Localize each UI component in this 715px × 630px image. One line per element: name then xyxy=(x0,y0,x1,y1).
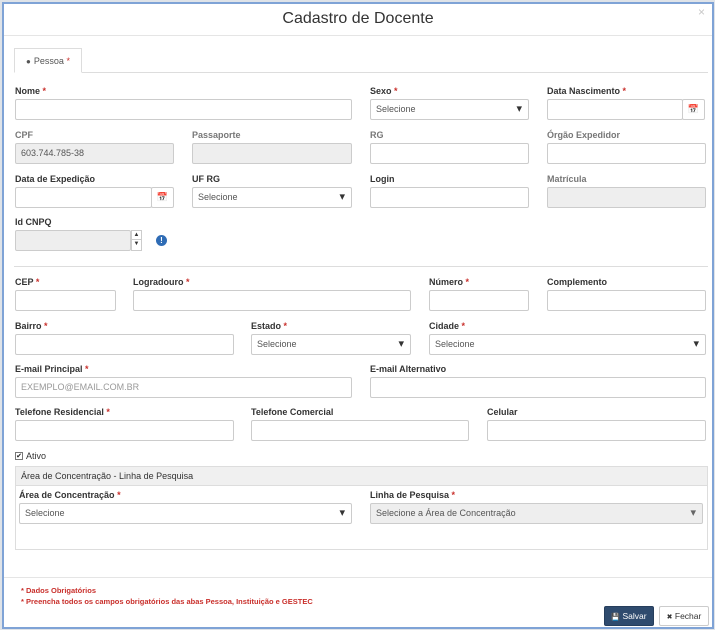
area-concentracao-label: Área de Concentração * xyxy=(19,490,121,500)
save-button-label: Salvar xyxy=(622,611,647,621)
estado-label: Estado * xyxy=(251,321,288,331)
spin-up-icon[interactable]: ▲ xyxy=(132,231,141,240)
email-principal-label: E-mail Principal * xyxy=(15,364,89,374)
spin-down-icon[interactable]: ▼ xyxy=(132,240,141,249)
close-icon[interactable]: × xyxy=(698,6,705,18)
save-icon: 💾 xyxy=(611,614,621,621)
orgao-expedidor-label: Órgão Expedidor xyxy=(547,130,621,140)
passaporte-label: Passaporte xyxy=(192,130,241,140)
tab-pessoa[interactable]: ● Pessoa * xyxy=(14,48,82,73)
cidade-select[interactable]: Selecione xyxy=(429,334,706,355)
bairro-input[interactable] xyxy=(15,334,234,355)
complemento-input[interactable] xyxy=(547,290,706,311)
numero-input[interactable] xyxy=(429,290,529,311)
id-cnpq-input[interactable] xyxy=(15,230,131,251)
close-button-label: Fechar xyxy=(674,611,702,621)
complemento-label: Complemento xyxy=(547,277,608,287)
logradouro-input[interactable] xyxy=(133,290,411,311)
close-icon: ✖ xyxy=(666,614,673,621)
user-icon: ● xyxy=(26,57,31,66)
modal-footer: * Dados Obrigatórios * Preencha todos os… xyxy=(4,577,712,629)
data-expedicao-input[interactable] xyxy=(15,187,152,208)
email-principal-input[interactable]: EXEMPLO@EMAIL.COM.BR xyxy=(15,377,352,398)
section-divider xyxy=(14,266,708,267)
ativo-checkbox[interactable]: ✔ xyxy=(15,452,23,460)
linha-pesquisa-label: Linha de Pesquisa * xyxy=(370,490,456,500)
area-concentracao-select[interactable]: Selecione xyxy=(19,503,352,524)
login-input[interactable] xyxy=(370,187,529,208)
required-mark: * xyxy=(66,56,70,66)
panel-title: Área de Concentração - Linha de Pesquisa xyxy=(16,467,707,486)
telefone-comercial-label: Telefone Comercial xyxy=(251,407,334,417)
passaporte-input xyxy=(192,143,352,164)
celular-label: Celular xyxy=(487,407,518,417)
bairro-label: Bairro * xyxy=(15,321,48,331)
footnote-tabs: * Preencha todos os campos obrigatórios … xyxy=(21,597,313,606)
cadastro-docente-modal: Cadastro de Docente × ● Pessoa * Nome * S… xyxy=(2,2,714,629)
cpf-input: 603.744.785-38 xyxy=(15,143,174,164)
rg-input[interactable] xyxy=(370,143,529,164)
matricula-input xyxy=(547,187,706,208)
modal-title: Cadastro de Docente xyxy=(282,10,434,27)
orgao-expedidor-input[interactable] xyxy=(547,143,706,164)
uf-rg-select[interactable]: Selecione xyxy=(192,187,352,208)
ativo-label: Ativo xyxy=(26,451,47,461)
cep-label: CEP * xyxy=(15,277,40,287)
footnote-required: * Dados Obrigatórios xyxy=(21,586,97,595)
data-nascimento-label: Data Nascimento * xyxy=(547,86,627,96)
id-cnpq-spinner[interactable]: ▲ ▼ xyxy=(131,230,142,251)
id-cnpq-label: Id CNPQ xyxy=(15,217,52,227)
linha-pesquisa-select: Selecione a Área de Concentração xyxy=(370,503,703,524)
data-nascimento-input[interactable] xyxy=(547,99,683,120)
data-expedicao-label: Data de Expedição xyxy=(15,174,96,184)
telefone-residencial-input[interactable] xyxy=(15,420,234,441)
estado-select[interactable]: Selecione xyxy=(251,334,411,355)
login-label: Login xyxy=(370,174,395,184)
email-alternativo-input[interactable] xyxy=(370,377,706,398)
calendar-icon[interactable]: 📅 xyxy=(682,99,705,120)
info-icon[interactable]: ! xyxy=(156,235,167,246)
cidade-label: Cidade * xyxy=(429,321,466,331)
telefone-comercial-input[interactable] xyxy=(251,420,469,441)
close-button[interactable]: ✖ Fechar xyxy=(659,606,709,626)
modal-header: Cadastro de Docente × xyxy=(4,4,712,36)
cep-input[interactable] xyxy=(15,290,116,311)
logradouro-label: Logradouro * xyxy=(133,277,190,287)
sexo-label: Sexo * xyxy=(370,86,398,96)
sexo-select[interactable]: Selecione xyxy=(370,99,529,120)
tab-bar: ● Pessoa * xyxy=(14,48,708,73)
save-button[interactable]: 💾 Salvar xyxy=(604,606,654,626)
cpf-label: CPF xyxy=(15,130,33,140)
email-alternativo-label: E-mail Alternativo xyxy=(370,364,447,374)
tab-pessoa-label: Pessoa xyxy=(33,56,64,66)
nome-input[interactable] xyxy=(15,99,352,120)
telefone-residencial-label: Telefone Residencial * xyxy=(15,407,110,417)
numero-label: Número * xyxy=(429,277,470,287)
nome-label: Nome * xyxy=(15,86,47,96)
uf-rg-label: UF RG xyxy=(192,174,220,184)
matricula-label: Matrícula xyxy=(547,174,587,184)
celular-input[interactable] xyxy=(487,420,706,441)
calendar-icon[interactable]: 📅 xyxy=(151,187,174,208)
rg-label: RG xyxy=(370,130,384,140)
